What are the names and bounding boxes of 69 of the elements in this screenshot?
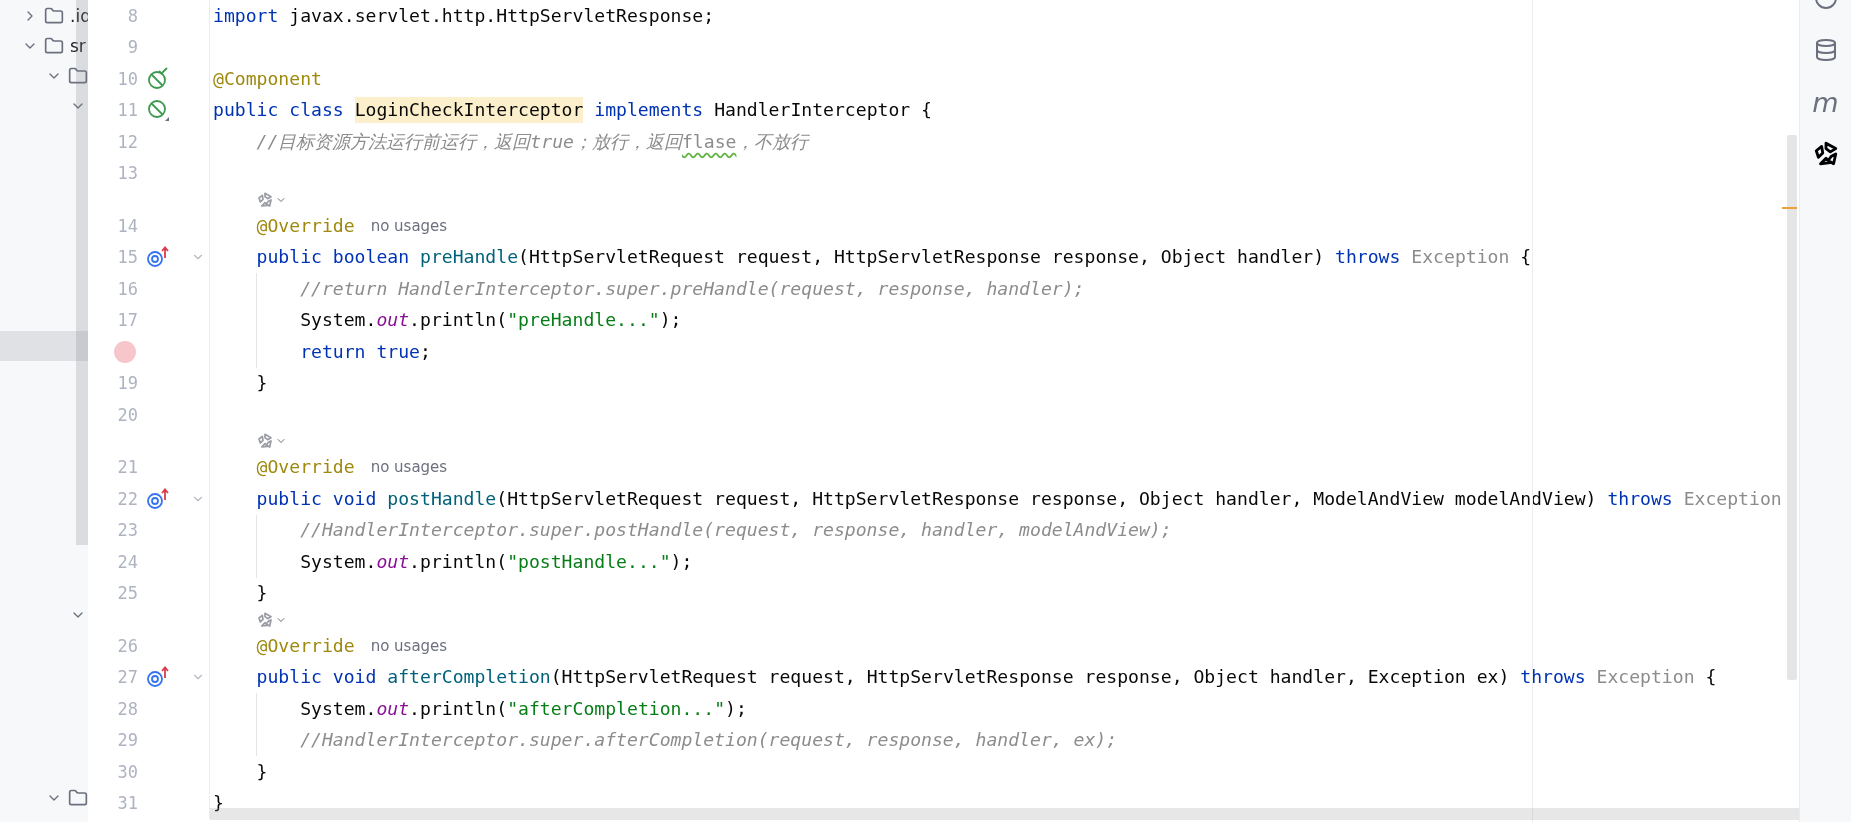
code-line: //HandlerInterceptor.super.postHandle(request, response, handler, modelAndView); (300, 518, 1172, 543)
tree-item[interactable]: sr (0, 31, 88, 61)
code-line: public void postHandle(HttpServletRequest request, HttpServletResponse response, Object handler, ModelAndView modelAndView) throws Exception (256, 486, 1782, 511)
code-line: @Override (256, 213, 355, 238)
ai-icon (257, 191, 273, 208)
line-number: 14 (117, 215, 138, 236)
line-number: 16 (117, 278, 138, 299)
code-line: @Component (213, 66, 322, 91)
usage-hint[interactable]: no usages (370, 458, 448, 477)
line-number: 15 (117, 247, 138, 268)
line-number: 30 (117, 761, 138, 782)
code-line: @Override (256, 633, 355, 658)
line-number: 23 (117, 520, 138, 541)
line-number: 8 (127, 5, 138, 26)
code-line: @Override (256, 455, 355, 480)
line-number: 27 (117, 667, 138, 688)
line-number: 26 (117, 635, 138, 656)
code-line: } (256, 759, 268, 784)
implements-icon[interactable] (146, 246, 170, 269)
ai-icon (257, 433, 273, 449)
folder-icon (44, 36, 64, 56)
ai-icon (257, 611, 273, 628)
line-number: 25 (117, 583, 138, 604)
usage-hint[interactable]: no usages (370, 216, 448, 235)
line-number: 9 (127, 37, 138, 58)
line-number: 10 (117, 68, 138, 89)
implements-icon[interactable] (146, 487, 170, 510)
line-number: 22 (117, 488, 138, 509)
folder-icon (68, 66, 88, 86)
folder-icon (68, 788, 88, 808)
code-line: System.out.println("postHandle..."); (300, 549, 693, 574)
bean-icon[interactable] (146, 66, 170, 91)
code-line: } (256, 371, 268, 396)
folder-icon (44, 6, 64, 26)
line-number: 19 (117, 373, 138, 394)
usage-hint[interactable]: no usages (370, 636, 448, 655)
line-number: 12 (117, 131, 138, 152)
line-number: 31 (117, 793, 138, 814)
code-line: //目标资源方法运行前运行，返回true；放行，返回flase，不放行 (256, 129, 809, 154)
scrollbar[interactable] (1787, 135, 1797, 680)
line-number: 28 (117, 698, 138, 719)
ai-action-button[interactable] (257, 191, 287, 208)
line-number: 11 (117, 100, 138, 121)
code-line: } (213, 791, 224, 816)
code-line: import javax.servlet.http.HttpServletResponse; (213, 3, 715, 28)
implements-icon[interactable] (146, 666, 170, 689)
code-line: } (256, 581, 268, 606)
database-icon (1813, 38, 1838, 62)
line-number: 29 (117, 730, 138, 751)
line-number: 20 (117, 404, 138, 425)
warning-marker[interactable] (1782, 207, 1797, 209)
line-number: 24 (117, 551, 138, 572)
bean-icon[interactable] (146, 98, 170, 123)
ai-action-button[interactable] (257, 611, 287, 628)
code-line: //HandlerInterceptor.super.afterCompletion(request, response, handler, ex); (300, 728, 1118, 753)
line-number: 13 (117, 163, 138, 184)
code-line: public boolean preHandle(HttpServletRequest request, HttpServletResponse response, Object handler) throws Exception { (256, 245, 1532, 270)
code-line: public class LoginCheckInterceptor implements HandlerInterceptor { (213, 97, 932, 124)
code-line: //return HandlerInterceptor.super.preHandle(request, response, handler); (300, 276, 1085, 301)
code-line: System.out.println("preHandle..."); (300, 308, 682, 333)
ai-action-button[interactable] (257, 433, 287, 449)
code-line: return true; (300, 339, 431, 364)
code-line: public void afterCompletion(HttpServletRequest request, HttpServletResponse response, Object handler, Exception ex) throws Exception { (256, 665, 1717, 690)
line-number: 17 (117, 310, 138, 331)
maven-button[interactable]: m (1810, 86, 1841, 118)
tree-label: sr (70, 36, 86, 56)
ai-assistant-icon (1812, 141, 1839, 167)
code-line: System.out.println("afterCompletion..."); (300, 696, 747, 721)
line-number: 21 (117, 457, 138, 478)
